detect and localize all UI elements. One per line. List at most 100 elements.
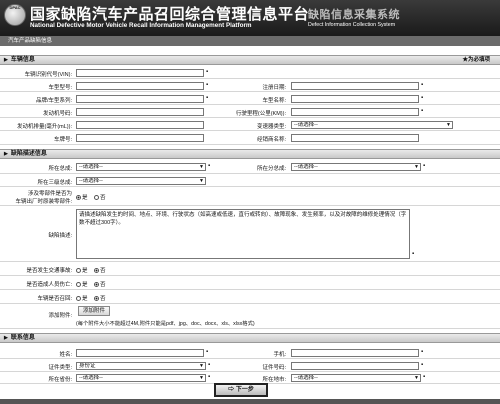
yes-label: 是 [82, 195, 88, 201]
radio-selected-icon [94, 268, 99, 273]
app-header: DPAC 国家缺陷汽车产品召回综合管理信息平台 National Defecti… [0, 0, 500, 36]
required-star-icon: ▪ [206, 349, 209, 355]
transmission-select[interactable]: --请选择-- ▼ [291, 121, 453, 129]
city-label: 所在地市: [262, 377, 286, 383]
radio-icon [76, 296, 81, 301]
subsystem-title-en: Defect Information Collection System [308, 22, 396, 28]
collapse-triangle-icon: ▶ [4, 151, 8, 157]
assembly-select[interactable]: --请选择-- ▼ [76, 163, 206, 171]
accident-yes[interactable]: 是 [76, 266, 88, 274]
tertiary-select[interactable]: --请选择-- ▼ [76, 177, 206, 185]
dpac-logo: DPAC [4, 4, 26, 26]
accident-no[interactable]: 否 [94, 266, 106, 274]
required-star-icon: ▪ [421, 349, 424, 355]
city-select[interactable]: --请选择-- ▼ [291, 374, 421, 382]
injury-yes[interactable]: 是 [76, 280, 88, 288]
id-type-label: 证件类型: [48, 365, 72, 371]
required-note: ★为必填项 [462, 57, 490, 63]
province-select[interactable]: --请选择-- ▼ [76, 374, 206, 382]
original-part-row: 涉及零部件是否为 车辆出厂时原装零部件: 是 否 [0, 188, 500, 206]
displacement-input[interactable] [76, 121, 204, 129]
vin-row: 车辆识别代号(VIN): ▪ [0, 67, 500, 79]
subassembly-select[interactable]: --请选择-- ▼ [291, 163, 421, 171]
arrow-right-icon: ⇨ [228, 387, 235, 393]
radio-selected-icon [76, 195, 81, 200]
breadcrumb: 汽车产品缺陷信息 [0, 36, 500, 46]
vehicle-section-header[interactable]: ▶ 车辆信息 ★为必填项 [0, 55, 500, 65]
city-value: --请选择-- [294, 375, 318, 381]
platform-title-cn: 国家缺陷汽车产品召回综合管理信息平台 [30, 6, 310, 23]
next-step-button[interactable]: ⇨ 下一步 [214, 383, 268, 397]
injury-label: 是否造成人员伤亡: [26, 282, 72, 288]
mileage-input[interactable] [291, 108, 419, 116]
injury-no[interactable]: 否 [94, 280, 106, 288]
attachment-label: 添加附件: [48, 313, 72, 319]
id-type-select[interactable]: 身份证 ▼ [76, 362, 206, 370]
required-star-icon: ▪ [208, 374, 211, 380]
assembly-row: 所在总成: --请选择-- ▼ ▪ 所在分总成: --请选择-- ▼ ▪ [0, 161, 500, 174]
id-no-input[interactable] [291, 362, 419, 370]
model-input[interactable] [76, 82, 204, 90]
dropdown-arrow-icon: ▼ [414, 164, 419, 170]
tertiary-value: --请选择-- [79, 178, 103, 184]
original-part-yes[interactable]: 是 [76, 193, 88, 201]
vin-input[interactable] [76, 69, 204, 77]
injury-row: 是否造成人员伤亡: 是 否 [0, 277, 500, 290]
no-label: 否 [100, 282, 106, 288]
reg-date-input[interactable] [291, 82, 419, 90]
required-star-icon: ▪ [206, 82, 209, 88]
name-row: 姓名: ▪ 手机: ▪ [0, 347, 500, 359]
plate-input[interactable] [76, 134, 204, 142]
vehicle-section-title: 车辆信息 [10, 57, 35, 63]
radio-icon [94, 195, 99, 200]
model-row: 车型型号: ▪ 注册日期: ▪ [0, 80, 500, 92]
province-label: 所在省份: [48, 377, 72, 383]
plate-label: 车牌号: [53, 137, 72, 143]
required-star-icon: ▪ [421, 95, 424, 101]
model-label: 车型型号: [48, 85, 72, 91]
add-attachment-button[interactable]: 添加附件 [78, 306, 111, 316]
transmission-value: --请选择-- [294, 122, 318, 128]
original-part-no[interactable]: 否 [94, 193, 106, 201]
plate-row: 车牌号: 经销商名称: [0, 132, 500, 145]
dealer-label: 经销商名称: [256, 137, 286, 143]
model-name-input[interactable] [291, 95, 419, 103]
original-part-question-1: 涉及零部件是否为 [27, 191, 72, 197]
defect-section-title: 缺陷描述信息 [10, 151, 47, 157]
dropdown-arrow-icon: ▼ [446, 122, 451, 128]
contact-section-title: 联系信息 [10, 335, 35, 341]
name-input[interactable] [76, 349, 204, 357]
recall-no[interactable]: 否 [94, 294, 106, 302]
brand-series-label: 品牌/车型系列: [35, 98, 72, 104]
assembly-value: --请选择-- [79, 164, 103, 170]
vin-label: 车辆识别代号(VIN): [24, 72, 72, 78]
contact-section-header[interactable]: ▶ 联系信息 [0, 333, 500, 343]
description-label: 缺陷描述: [48, 233, 72, 239]
province-value: --请选择-- [79, 375, 103, 381]
dropdown-arrow-icon: ▼ [199, 164, 204, 170]
description-textarea[interactable]: 请描述缺陷发生的时间、地点、环境、行驶状态（如高速或低速，直行或转向）、故障现象… [76, 209, 410, 259]
no-label: 否 [100, 296, 106, 302]
radio-selected-icon [94, 296, 99, 301]
id-row: 证件类型: 身份证 ▼ ▪ 证件号码: ▪ [0, 360, 500, 372]
recall-yes[interactable]: 是 [76, 294, 88, 302]
mobile-label: 手机: [273, 352, 286, 358]
collapse-triangle-icon: ▶ [4, 335, 8, 341]
no-label: 否 [100, 268, 106, 274]
attachment-row: 添加附件: 添加附件 (每个附件大小不能超过4M,附件只能是pdf、jpg、do… [0, 305, 500, 329]
dealer-input[interactable] [291, 134, 419, 142]
next-step-label: 下一步 [235, 387, 254, 393]
description-row: 缺陷描述: 请描述缺陷发生的时间、地点、环境、行驶状态（如高速或低速，直行或转向… [0, 207, 500, 262]
radio-selected-icon [94, 282, 99, 287]
brand-series-input[interactable] [76, 95, 204, 103]
defect-section-header[interactable]: ▶ 缺陷描述信息 [0, 149, 500, 159]
required-star-icon: ▪ [421, 108, 424, 114]
logo-text: DPAC [9, 5, 21, 10]
required-star-icon: ▪ [208, 163, 211, 169]
mobile-input[interactable] [291, 349, 419, 357]
dropdown-arrow-icon: ▼ [414, 375, 419, 381]
original-part-question-2: 车辆出厂时原装零部件: [15, 199, 72, 205]
recall-row: 车辆是否召回: 是 否 [0, 291, 500, 304]
subsystem-title-cn: 缺陷信息采集系统 [308, 9, 400, 21]
engine-no-input[interactable] [76, 108, 204, 116]
